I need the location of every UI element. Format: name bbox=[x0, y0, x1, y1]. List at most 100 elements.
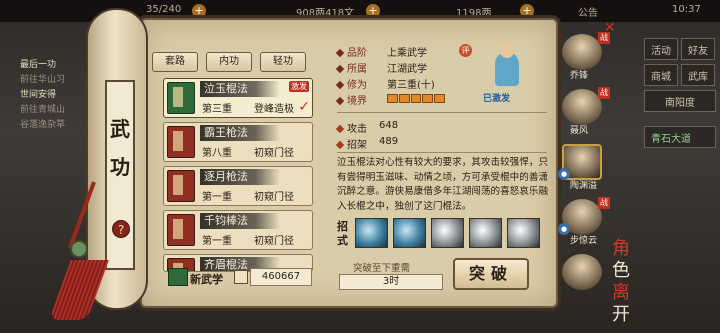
role-leave-calligraphy[interactable]: 角 色 离 开 bbox=[612, 238, 636, 326]
skill-row[interactable]: 泣玉棍法 激发 第三重 登峰造极 ✓ bbox=[163, 78, 313, 118]
character-card[interactable]: 战 聂风 bbox=[558, 87, 614, 137]
book-icon bbox=[167, 170, 195, 202]
resource-stamina: 35/240 bbox=[146, 4, 182, 15]
waypoint-button[interactable]: 青石大道 bbox=[644, 126, 716, 148]
shop-button[interactable]: 商城 bbox=[644, 64, 678, 86]
move-icon[interactable] bbox=[393, 218, 426, 248]
notice-button[interactable]: 公告 bbox=[578, 4, 598, 19]
quest-sub: 前往华山习 bbox=[20, 75, 66, 85]
clock: 10:37 bbox=[672, 4, 701, 15]
tab-inner[interactable]: 内功 bbox=[206, 52, 252, 72]
skill-row[interactable]: 千钧棒法 第一重 初窥门径 bbox=[163, 210, 313, 250]
character-portrait bbox=[562, 34, 602, 70]
activated-label: 已激发 bbox=[483, 94, 511, 104]
realm-label: 境界 bbox=[347, 96, 367, 107]
move-icon[interactable] bbox=[469, 218, 502, 248]
book-icon bbox=[167, 214, 195, 246]
character-card[interactable]: 战 ● 步惊云 bbox=[558, 197, 614, 247]
skill-level: 初窥门径 bbox=[254, 192, 294, 203]
activated-badge: 激发 bbox=[289, 81, 309, 92]
add-stamina-button[interactable]: + bbox=[192, 4, 206, 18]
status-dot: ● bbox=[558, 223, 570, 235]
skill-name: 泣玉棍法 bbox=[200, 81, 280, 97]
character-list: 战 乔锋 战 聂风 ● 陶渊溢 战 ● 步惊云 bbox=[558, 32, 614, 307]
realm-bar bbox=[387, 94, 445, 103]
skill-list: 泣玉棍法 激发 第三重 登峰造极 ✓ 霸王枪法 第八重 初窥门径 逐月枪法 第一… bbox=[163, 78, 313, 276]
parry-value: 489 bbox=[379, 136, 399, 147]
scroll-currency-count: 460667 bbox=[250, 268, 312, 286]
quest-sub: 前往青城山 bbox=[20, 105, 66, 115]
tab-light[interactable]: 轻功 bbox=[260, 52, 306, 72]
quest-title: 最后一功 bbox=[20, 60, 57, 70]
character-card[interactable]: 战 乔锋 bbox=[558, 32, 614, 82]
add-money-button[interactable]: + bbox=[366, 4, 380, 18]
book-icon bbox=[167, 126, 195, 158]
breakthrough-button[interactable]: 突破 bbox=[453, 258, 529, 290]
skill-level: 登峰造极 bbox=[254, 104, 294, 115]
character-portrait bbox=[562, 254, 602, 290]
skill-rank: 第三重 bbox=[202, 104, 232, 115]
skill-name: 逐月枪法 bbox=[200, 169, 280, 185]
quest-title: 世间安得 bbox=[20, 90, 57, 100]
attack-value: 648 bbox=[379, 120, 399, 131]
skill-name: 千钧棒法 bbox=[200, 213, 280, 229]
skill-row[interactable]: 逐月枪法 第一重 初窥门径 bbox=[163, 166, 313, 206]
move-icon[interactable] bbox=[507, 218, 540, 248]
realm-row: 境界 bbox=[335, 92, 445, 107]
character-portrait bbox=[562, 89, 602, 125]
diamond-icon bbox=[335, 48, 345, 58]
right-menu: 活动 好友 商城 武库 南阳度 青石大道 bbox=[644, 38, 716, 152]
evaluate-badge[interactable]: 评 bbox=[459, 44, 472, 57]
book-icon bbox=[167, 82, 195, 114]
skill-description: 泣玉棍法对心性有较大的要求，其攻击较强悍，只有尝得明玉滋味、动情之顷，方可承受棍… bbox=[337, 157, 549, 212]
skill-rank: 第一重 bbox=[202, 236, 232, 247]
character-card[interactable]: ● 陶渊溢 bbox=[558, 142, 614, 192]
armory-button[interactable]: 武库 bbox=[681, 64, 715, 86]
skill-rank: 第八重 bbox=[202, 148, 232, 159]
calligraphy-char: 离 bbox=[612, 282, 630, 303]
skill-level: 初窥门径 bbox=[254, 148, 294, 159]
calligraphy-char: 角 bbox=[612, 238, 630, 259]
skill-figure: 已激发 bbox=[479, 44, 535, 104]
grade-value: 上乘武学 bbox=[387, 48, 427, 59]
skill-level: 初窥门径 bbox=[254, 236, 294, 247]
parry-label: 招架 bbox=[347, 140, 367, 151]
move-icon[interactable] bbox=[355, 218, 388, 248]
check-icon: ✓ bbox=[298, 99, 310, 115]
help-icon[interactable]: ? bbox=[112, 220, 130, 238]
character-name: 步惊云 bbox=[570, 236, 598, 246]
add-gold-button[interactable]: + bbox=[520, 4, 534, 18]
moves-list bbox=[355, 218, 540, 248]
cultivation-row: 修为 第三重(十) bbox=[335, 76, 435, 91]
diamond-icon bbox=[335, 140, 345, 150]
tassel-decoration bbox=[49, 180, 109, 320]
diamond-icon bbox=[335, 124, 345, 134]
activity-button[interactable]: 活动 bbox=[644, 38, 678, 60]
skill-rank: 第一重 bbox=[202, 192, 232, 203]
new-skill-icon[interactable] bbox=[168, 268, 188, 286]
quest-sub: 谷落逸杂草 bbox=[20, 120, 66, 130]
divider bbox=[337, 152, 547, 153]
sect-label: 所属 bbox=[347, 64, 367, 75]
attack-row: 攻击 648 bbox=[335, 120, 398, 135]
character-card[interactable] bbox=[558, 252, 614, 302]
diamond-icon bbox=[335, 64, 345, 74]
cultivation-value: 第三重(十) bbox=[387, 80, 435, 91]
status-dot: ● bbox=[558, 168, 570, 180]
attack-label: 攻击 bbox=[347, 124, 367, 135]
moves-label: 招式 bbox=[337, 220, 348, 247]
diamond-icon bbox=[335, 96, 345, 106]
grade-label: 品阶 bbox=[347, 48, 367, 59]
skill-row[interactable]: 霸王枪法 第八重 初窥门径 bbox=[163, 122, 313, 162]
quest-log[interactable]: 最后一功 前往华山习 世间安得 前往青城山 谷落逸杂草 bbox=[20, 58, 92, 133]
character-name: 聂风 bbox=[570, 126, 589, 136]
breakthrough-time: 3时 bbox=[339, 274, 443, 290]
parry-row: 招架 489 bbox=[335, 136, 398, 151]
character-name: 陶渊溢 bbox=[570, 181, 598, 191]
move-icon[interactable] bbox=[431, 218, 464, 248]
battle-flag: 战 bbox=[598, 197, 610, 209]
friends-button[interactable]: 好友 bbox=[681, 38, 715, 60]
new-skill-label[interactable]: 新武学 bbox=[190, 271, 223, 287]
skill-name: 霸王枪法 bbox=[200, 125, 280, 141]
tab-routine[interactable]: 套路 bbox=[152, 52, 198, 72]
